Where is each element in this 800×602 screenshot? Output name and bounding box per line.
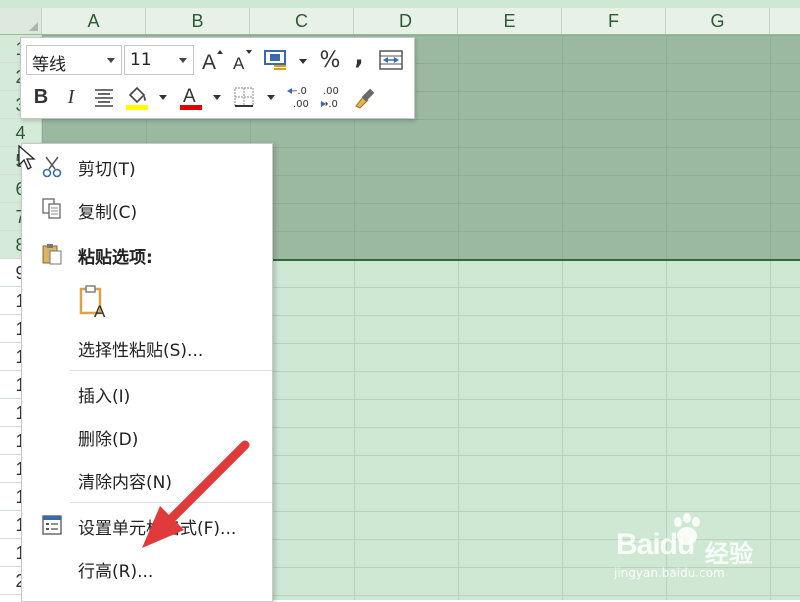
clipboard-icon <box>42 244 62 265</box>
context-menu: 剪切(T) 复制(C) 粘贴选项: A 选择性粘贴(S)... 插入(I) 删除… <box>21 143 273 602</box>
paste-text-only-icon: A <box>79 285 106 318</box>
mini-toolbar: 等线 11 A A % , B I A ←.0 .00 .00 →.0 <box>20 37 415 119</box>
menu-item-insert[interactable]: 插入(I) <box>22 373 272 413</box>
fill-color-button[interactable] <box>123 82 151 112</box>
menu-item-delete[interactable]: 删除(D) <box>22 416 272 456</box>
menu-item-paste-options: 粘贴选项: <box>22 234 272 274</box>
column-header-d[interactable]: D <box>354 8 458 34</box>
menu-label-clear-contents: 清除内容(N) <box>78 473 172 493</box>
fill-bucket-icon <box>126 86 148 110</box>
format-painter-button[interactable] <box>351 83 379 111</box>
menu-label-format-cells: 设置单元格格式(F)... <box>78 519 237 539</box>
increase-decimal-icon: ←.0 .00 <box>287 86 309 110</box>
menu-item-format-cells[interactable]: 设置单元格格式(F)... <box>22 505 272 545</box>
merge-cells-icon <box>379 50 403 70</box>
select-all-corner[interactable] <box>0 8 42 34</box>
font-name-value: 等线 <box>32 55 66 75</box>
percent-style-button[interactable]: % <box>317 47 343 73</box>
font-color-button[interactable]: A <box>177 82 205 112</box>
svg-text:.00: .00 <box>293 99 309 110</box>
svg-text:A: A <box>233 54 245 73</box>
increase-decimal-button[interactable]: ←.0 .00 <box>285 83 313 111</box>
menu-label-insert: 插入(I) <box>78 387 131 407</box>
font-size-dropdown[interactable]: 11 <box>124 45 194 75</box>
menu-label-row-height: 行高(R)... <box>78 562 154 582</box>
menu-label-cut: 剪切(T) <box>78 160 136 180</box>
svg-text:A: A <box>202 51 216 73</box>
number-format-dropdown-icon[interactable] <box>299 59 307 64</box>
format-cells-icon <box>42 515 62 535</box>
borders-button[interactable] <box>231 84 257 110</box>
menu-item-row-height[interactable]: 行高(R)... <box>22 548 272 588</box>
menu-label-delete: 删除(D) <box>78 430 139 450</box>
paste-option-keep-text[interactable]: A <box>22 280 272 322</box>
format-painter-icon <box>355 88 375 109</box>
font-color-icon: A <box>180 86 202 110</box>
column-header-c[interactable]: C <box>250 8 354 34</box>
accounting-format-icon <box>264 50 286 70</box>
column-header-b[interactable]: B <box>146 8 250 34</box>
increase-font-icon: A <box>202 50 223 73</box>
column-header-a[interactable]: A <box>42 8 146 34</box>
font-name-dropdown[interactable]: 等线 <box>26 45 122 75</box>
column-header-g[interactable]: G <box>666 8 770 34</box>
chevron-down-icon <box>107 58 115 63</box>
number-format-button[interactable] <box>261 47 291 73</box>
bold-button[interactable]: B <box>29 84 53 110</box>
column-header-f[interactable]: F <box>562 8 666 34</box>
mouse-cursor-icon <box>18 145 36 170</box>
menu-label-copy: 复制(C) <box>78 203 138 223</box>
menu-item-cut[interactable]: 剪切(T) <box>22 146 272 186</box>
svg-text:.00: .00 <box>323 86 339 97</box>
menu-separator <box>70 502 272 503</box>
align-center-button[interactable] <box>91 84 117 110</box>
decrease-decimal-button[interactable]: .00 →.0 <box>317 83 345 111</box>
font-color-dropdown-icon[interactable] <box>213 95 221 100</box>
decrease-font-icon: A <box>233 50 252 73</box>
svg-text:A: A <box>94 302 106 318</box>
chevron-down-icon <box>179 58 187 63</box>
align-center-icon <box>95 89 113 107</box>
menu-label-paste-special: 选择性粘贴(S)... <box>78 341 204 361</box>
column-header-e[interactable]: E <box>458 8 562 34</box>
italic-button[interactable]: I <box>59 84 83 110</box>
menu-separator <box>70 370 272 371</box>
decrease-font-size-button[interactable]: A <box>229 47 255 73</box>
decrease-decimal-icon: .00 →.0 <box>320 86 339 110</box>
copy-icon <box>42 198 61 219</box>
font-size-value: 11 <box>130 50 152 70</box>
fill-color-dropdown-icon[interactable] <box>159 95 167 100</box>
menu-item-paste-special[interactable]: 选择性粘贴(S)... <box>22 327 272 367</box>
menu-label-paste-options: 粘贴选项: <box>78 248 153 268</box>
svg-text:A: A <box>183 86 196 107</box>
column-header-bar: A B C D E F G <box>0 8 800 35</box>
menu-item-clear-contents[interactable]: 清除内容(N) <box>22 459 272 499</box>
menu-item-copy[interactable]: 复制(C) <box>22 189 272 229</box>
increase-font-size-button[interactable]: A <box>199 47 225 73</box>
comma-style-button[interactable]: , <box>347 42 371 70</box>
scissors-icon <box>42 156 62 178</box>
borders-icon <box>234 87 254 107</box>
borders-dropdown-icon[interactable] <box>267 95 275 100</box>
merge-center-button[interactable] <box>377 47 405 73</box>
